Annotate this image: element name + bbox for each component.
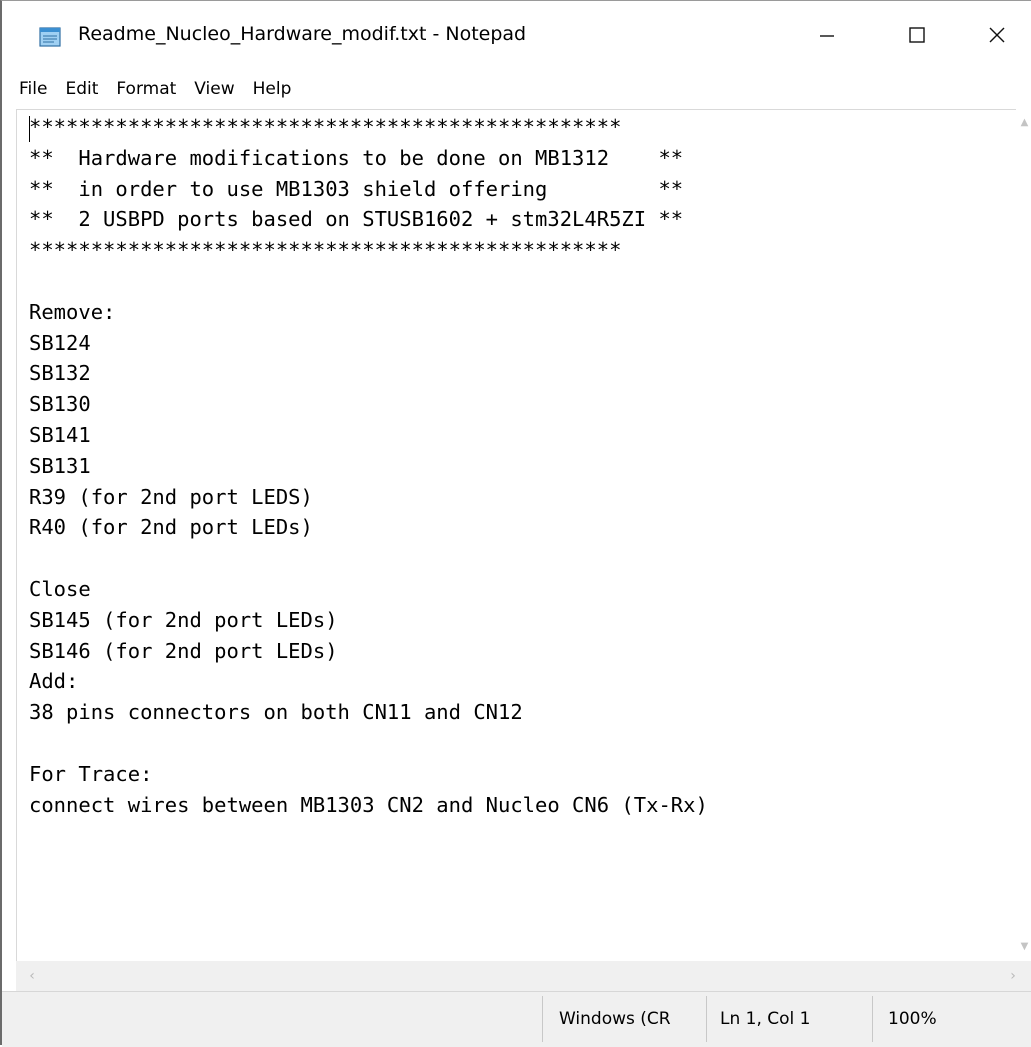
scroll-left-icon[interactable]: ‹ — [24, 968, 40, 984]
vertical-scrollbar[interactable]: ▲ ▼ — [1016, 109, 1031, 961]
status-line-ending: Windows (CR — [559, 1009, 671, 1029]
menu-bar: File Edit Format View Help — [2, 69, 1031, 109]
window-title: Readme_Nucleo_Hardware_modif.txt - Notep… — [78, 23, 527, 45]
status-zoom: 100% — [888, 1009, 937, 1029]
menu-view[interactable]: View — [185, 69, 243, 109]
close-button[interactable] — [962, 1, 1031, 69]
text-editor[interactable]: ****************************************… — [16, 109, 1031, 962]
maximize-icon — [909, 27, 925, 43]
notepad-icon — [39, 27, 61, 47]
menu-format[interactable]: Format — [107, 69, 185, 109]
scroll-up-icon[interactable]: ▲ — [1016, 117, 1031, 131]
close-icon — [989, 27, 1005, 43]
menu-help[interactable]: Help — [244, 69, 301, 109]
horizontal-scrollbar[interactable]: ‹ › — [16, 961, 1031, 991]
status-separator — [542, 996, 543, 1042]
menu-file[interactable]: File — [2, 69, 56, 109]
minimize-icon — [820, 35, 834, 37]
title-bar[interactable]: Readme_Nucleo_Hardware_modif.txt - Notep… — [2, 1, 1031, 69]
scroll-right-icon[interactable]: › — [1005, 968, 1021, 984]
menu-edit[interactable]: Edit — [56, 69, 107, 109]
notepad-window: Readme_Nucleo_Hardware_modif.txt - Notep… — [0, 0, 1031, 1047]
text-caret — [29, 116, 30, 142]
minimize-button[interactable] — [782, 1, 872, 69]
status-separator — [872, 996, 873, 1042]
scroll-down-icon[interactable]: ▼ — [1016, 941, 1031, 955]
status-cursor-position: Ln 1, Col 1 — [720, 1009, 811, 1029]
document-text[interactable]: ****************************************… — [29, 112, 1019, 958]
status-separator — [706, 996, 707, 1042]
maximize-button[interactable] — [872, 1, 962, 69]
status-bar: Windows (CR Ln 1, Col 1 100% — [2, 991, 1031, 1047]
